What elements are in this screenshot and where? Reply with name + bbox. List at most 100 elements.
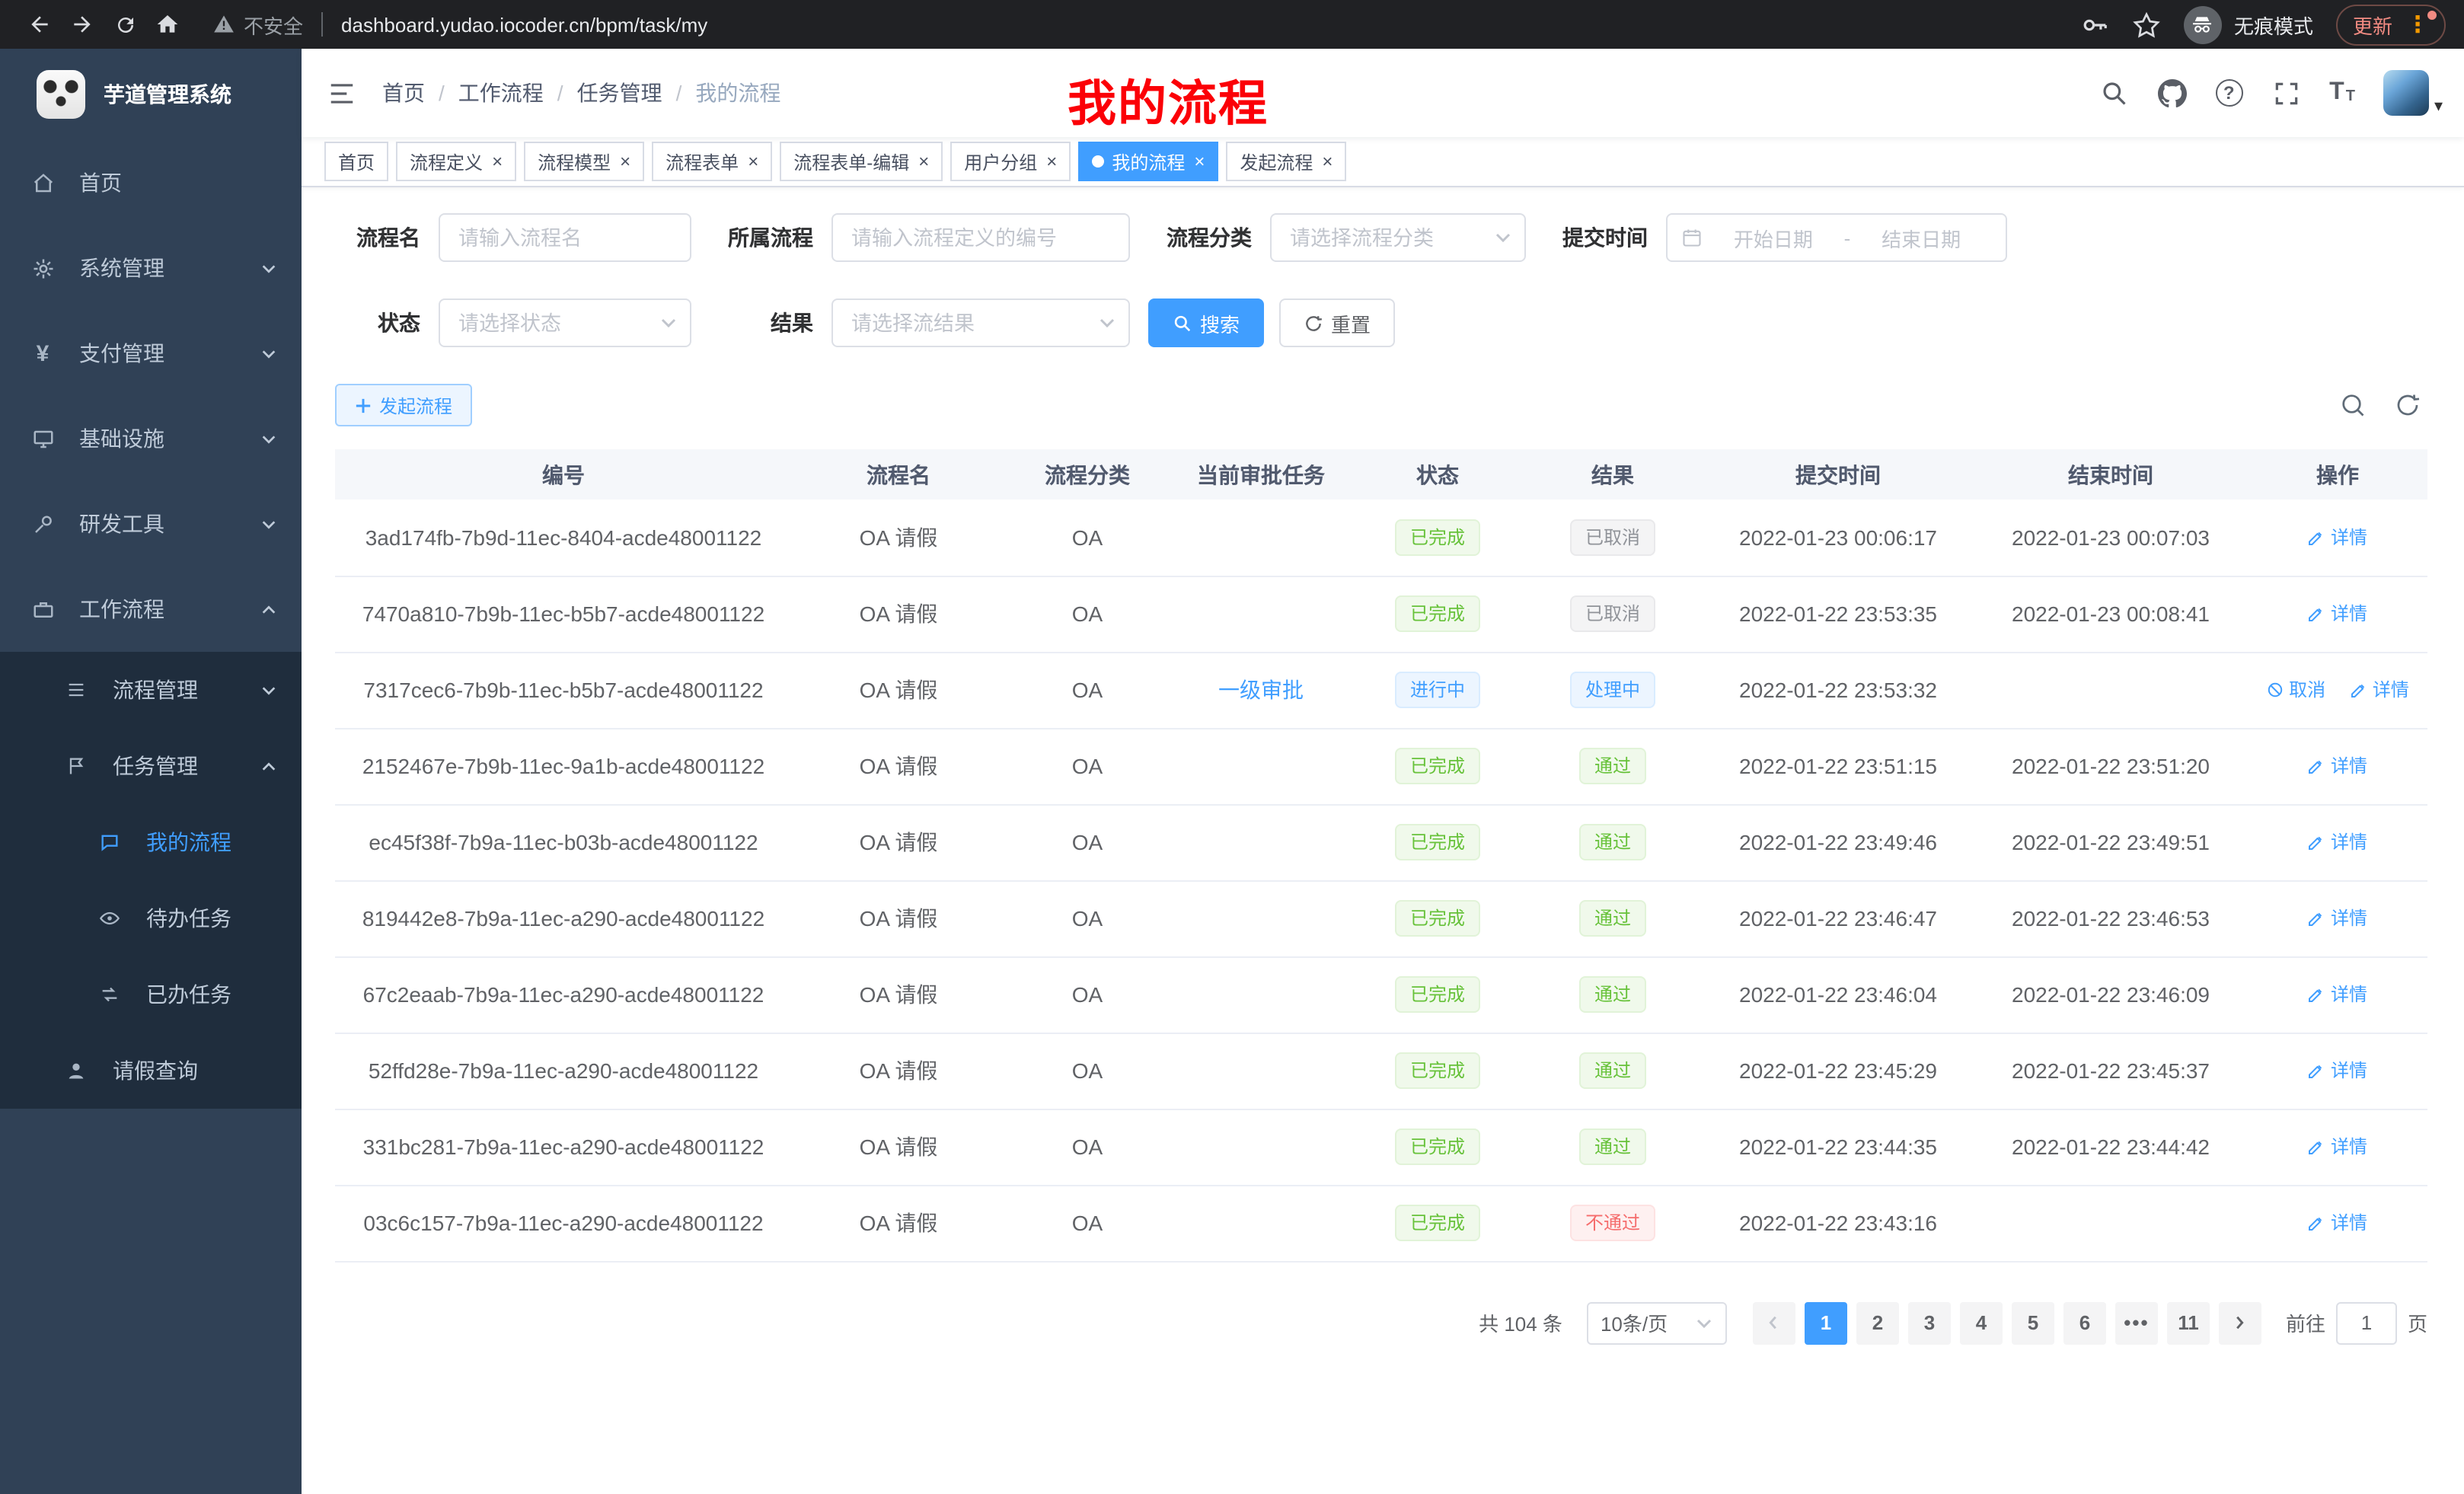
detail-button[interactable]: 详情 xyxy=(2308,829,2367,855)
sidebar-item-system[interactable]: 系统管理 xyxy=(0,225,302,311)
view-tab[interactable]: 发起流程 × xyxy=(1226,142,1346,181)
chrome-divider xyxy=(321,12,323,37)
detail-button[interactable]: 详情 xyxy=(2308,1058,2367,1084)
sidebar-item-task-management[interactable]: 任务管理 xyxy=(0,728,302,804)
key-icon[interactable] xyxy=(2080,10,2109,39)
date-end-placeholder[interactable]: 结束日期 xyxy=(1850,223,1992,252)
reload-button[interactable] xyxy=(104,3,146,46)
github-icon[interactable] xyxy=(2157,78,2186,107)
incognito-chip[interactable]: 无痕模式 xyxy=(2184,5,2313,43)
cell-current-task xyxy=(1170,728,1352,804)
status-select[interactable] xyxy=(439,298,691,347)
tab-close-icon[interactable]: × xyxy=(918,152,929,171)
detail-button[interactable]: 详情 xyxy=(2308,1210,2367,1236)
help-icon[interactable]: ? xyxy=(2215,79,2242,107)
address-bar[interactable]: dashboard.yudao.iocoder.cn/bpm/task/my xyxy=(341,13,2062,36)
page-number-button[interactable]: 11 xyxy=(2167,1301,2210,1344)
forward-button[interactable] xyxy=(61,3,104,46)
active-tab-dot xyxy=(1092,155,1104,168)
create-process-button[interactable]: 发起流程 xyxy=(335,384,472,426)
bookmark-star-icon[interactable] xyxy=(2132,10,2161,39)
detail-button[interactable]: 详情 xyxy=(2308,753,2367,779)
next-page-button[interactable] xyxy=(2219,1301,2261,1344)
detail-button[interactable]: 详情 xyxy=(2350,677,2409,703)
home-button[interactable] xyxy=(146,3,189,46)
table-row: 67c2eaab-7b9a-11ec-a290-acde48001122 OA … xyxy=(335,956,2427,1033)
view-tab[interactable]: 用户分组 × xyxy=(950,142,1071,181)
sidebar-item-process-management[interactable]: 流程管理 xyxy=(0,652,302,728)
reset-button[interactable]: 重置 xyxy=(1279,298,1395,347)
goto-page-input[interactable] xyxy=(2336,1301,2397,1344)
page-content: 流程名 所属流程 流程分类 提交 xyxy=(302,187,2464,1494)
breadcrumb-item[interactable]: 任务管理 xyxy=(577,78,662,108)
sidebar-item-leave-query[interactable]: 请假查询 xyxy=(0,1033,302,1109)
user-menu[interactable]: ▾ xyxy=(2384,70,2443,116)
breadcrumb-separator: / xyxy=(439,81,445,105)
view-tab[interactable]: 我的流程 × xyxy=(1078,142,1218,181)
search-icon[interactable] xyxy=(2099,78,2128,107)
logo-row[interactable]: 芋道管理系统 xyxy=(0,49,302,140)
page-number-button[interactable]: 2 xyxy=(1856,1301,1899,1344)
page-number-button[interactable]: 5 xyxy=(2012,1301,2054,1344)
process-name-input[interactable] xyxy=(439,213,691,262)
page-number-button[interactable]: 3 xyxy=(1908,1301,1951,1344)
tab-close-icon[interactable]: × xyxy=(620,152,630,171)
sidebar-item-done-tasks[interactable]: 已办任务 xyxy=(0,956,302,1033)
cancel-button[interactable]: 取消 xyxy=(2266,677,2325,703)
font-size-icon[interactable]: TT xyxy=(2329,81,2355,105)
detail-button[interactable]: 详情 xyxy=(2308,905,2367,931)
breadcrumb-item[interactable]: 首页 xyxy=(382,78,425,108)
pagination-total: 共 104 条 xyxy=(1479,1308,1562,1337)
sidebar-item-infrastructure[interactable]: 基础设施 xyxy=(0,396,302,481)
back-button[interactable] xyxy=(18,3,61,46)
tab-close-icon[interactable]: × xyxy=(748,152,758,171)
fullscreen-icon[interactable] xyxy=(2271,78,2300,107)
refresh-icon[interactable] xyxy=(2394,391,2421,419)
edit-icon xyxy=(2308,909,2326,927)
table-row: 7317cec6-7b9b-11ec-b5b7-acde48001122 OA … xyxy=(335,652,2427,728)
date-start-placeholder[interactable]: 开始日期 xyxy=(1703,223,1844,252)
view-tab[interactable]: 流程定义 × xyxy=(396,142,516,181)
tab-close-icon[interactable]: × xyxy=(1194,152,1205,171)
page-number-button[interactable]: 4 xyxy=(1960,1301,2003,1344)
result-select[interactable] xyxy=(831,298,1130,347)
tab-close-icon[interactable]: × xyxy=(1046,152,1057,171)
sidebar-item-todo-tasks[interactable]: 待办任务 xyxy=(0,880,302,956)
detail-button[interactable]: 详情 xyxy=(2308,982,2367,1007)
view-tab[interactable]: 流程模型 × xyxy=(524,142,644,181)
sidebar-item-workflow[interactable]: 工作流程 xyxy=(0,567,302,652)
cell-result: 通过 xyxy=(1523,1033,1703,1109)
view-tab[interactable]: 流程表单-编辑 × xyxy=(780,142,943,181)
browser-update-button[interactable]: 更新 ⋮ xyxy=(2336,4,2446,45)
search-button[interactable]: 搜索 xyxy=(1148,298,1264,347)
page-number-button[interactable]: ••• xyxy=(2115,1301,2158,1344)
cell-process-id: 7317cec6-7b9b-11ec-b5b7-acde48001122 xyxy=(335,652,792,728)
prev-page-button[interactable] xyxy=(1753,1301,1795,1344)
current-task-link[interactable]: 一级审批 xyxy=(1218,678,1304,702)
category-select[interactable] xyxy=(1270,213,1526,262)
date-range-picker[interactable]: 开始日期 - 结束日期 xyxy=(1666,213,2007,262)
cell-result: 已取消 xyxy=(1523,576,1703,652)
sidebar-item-devtools[interactable]: 研发工具 xyxy=(0,481,302,567)
sidebar-toggle-button[interactable] xyxy=(302,78,382,107)
tab-close-icon[interactable]: × xyxy=(492,152,503,171)
cell-current-task: 一级审批 xyxy=(1170,652,1352,728)
definition-input[interactable] xyxy=(831,213,1130,262)
sidebar-item-payment[interactable]: ¥ 支付管理 xyxy=(0,311,302,396)
browser-menu-icon[interactable]: ⋮ xyxy=(2406,13,2429,36)
toggle-search-icon[interactable] xyxy=(2339,391,2367,419)
security-chip[interactable]: 不安全 xyxy=(213,10,303,39)
detail-button[interactable]: 详情 xyxy=(2308,524,2367,550)
sidebar-item-home[interactable]: 首页 xyxy=(0,140,302,225)
view-tab[interactable]: 流程表单 × xyxy=(652,142,772,181)
view-tab[interactable]: 首页 × xyxy=(324,142,388,181)
page-number-button[interactable]: 1 xyxy=(1805,1301,1847,1344)
detail-button[interactable]: 详情 xyxy=(2308,1134,2367,1160)
page-number-button[interactable]: 6 xyxy=(2063,1301,2106,1344)
detail-button[interactable]: 详情 xyxy=(2308,601,2367,627)
tab-close-icon[interactable]: × xyxy=(1322,152,1333,171)
breadcrumb-item[interactable]: 工作流程 xyxy=(458,78,544,108)
sidebar-item-my-process[interactable]: 我的流程 xyxy=(0,804,302,880)
cell-result: 处理中 xyxy=(1523,652,1703,728)
page-size-select[interactable]: 10条/页 xyxy=(1587,1301,1727,1344)
